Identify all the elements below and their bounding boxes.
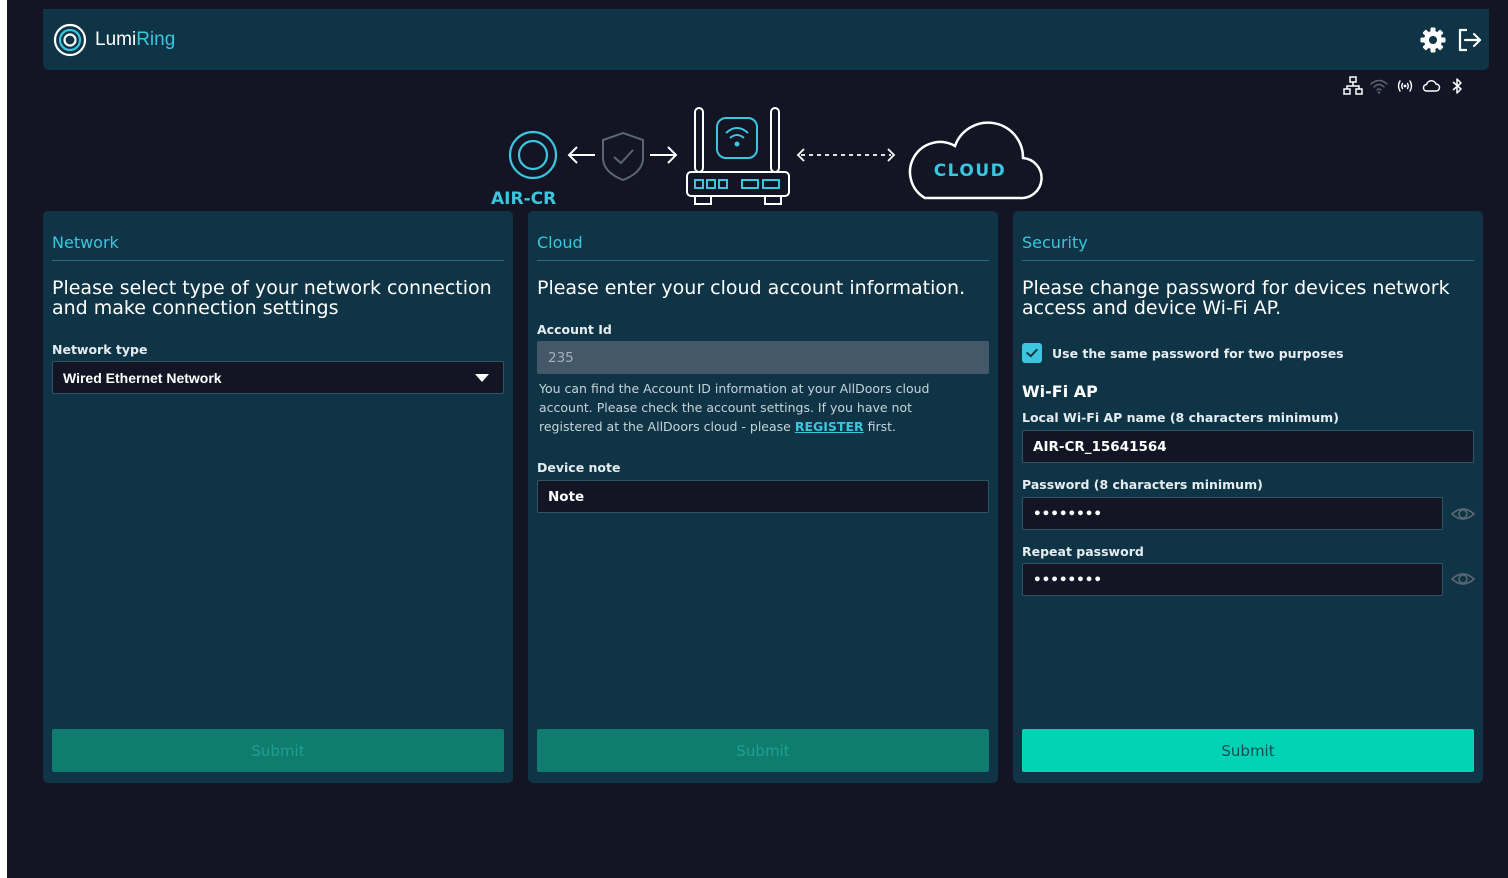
password-value: •••••••• [1033, 505, 1103, 522]
repeat-password-input[interactable]: •••••••• [1022, 563, 1443, 596]
account-id-label: Account Id [537, 322, 612, 337]
router-icon [686, 107, 790, 205]
logout-icon[interactable] [1455, 26, 1483, 54]
security-lead: Please change password for devices netwo… [1022, 277, 1450, 319]
brand-part1: Lumi [95, 29, 137, 50]
caret-down-icon [475, 374, 489, 382]
account-id-value: 235 [548, 349, 574, 366]
bluetooth-icon [1452, 78, 1462, 94]
ap-name-input[interactable]: AIR-CR_15641564 [1022, 430, 1474, 463]
network-title: Network [52, 233, 504, 261]
network-type-label: Network type [52, 342, 148, 357]
show-password-eye-icon[interactable] [1451, 502, 1475, 526]
account-help-text: You can find the Account ID information … [539, 379, 979, 436]
dashed-arrow-icon [796, 148, 896, 162]
network-panel: Network Please select type of your netwo… [43, 211, 513, 783]
wifi-icon [1370, 79, 1388, 94]
register-link[interactable]: REGISTER [795, 419, 864, 434]
password-label: Password (8 characters minimum) [1022, 477, 1263, 492]
account-help-tail: first. [867, 419, 897, 434]
account-id-input[interactable]: 235 [537, 341, 989, 374]
air-cr-label: AIR-CR [491, 189, 556, 209]
ap-name-value: AIR-CR_15641564 [1033, 438, 1167, 455]
same-password-row: Use the same password for two purposes [1022, 343, 1344, 363]
same-password-label: Use the same password for two purposes [1052, 345, 1344, 361]
cloud-submit-button[interactable]: Submit [537, 729, 989, 772]
app-root: LumiRing AIR-CR CLOUD Network Please sel… [7, 0, 1508, 878]
security-panel: Security Please change password for devi… [1013, 211, 1483, 783]
logo: LumiRing [53, 23, 175, 57]
same-password-checkbox[interactable] [1022, 343, 1042, 363]
show-repeat-password-eye-icon[interactable] [1451, 567, 1475, 591]
password-input[interactable]: •••••••• [1022, 497, 1443, 530]
shield-check-icon [602, 131, 644, 182]
arrow-right-icon [650, 146, 678, 164]
network-type-select[interactable]: Wired Ethernet Network [52, 361, 504, 394]
device-note-input[interactable]: Note [537, 480, 989, 513]
settings-gear-icon[interactable] [1419, 26, 1447, 54]
header-actions [1419, 26, 1483, 54]
connection-diagram: AIR-CR CLOUD [477, 100, 1057, 210]
ethernet-icon [1343, 76, 1363, 95]
security-submit-button[interactable]: Submit [1022, 729, 1474, 772]
security-title: Security [1022, 233, 1474, 261]
top-bar: LumiRing [43, 9, 1489, 70]
cloud-label: CLOUD [934, 161, 1007, 181]
device-note-label: Device note [537, 460, 621, 475]
repeat-password-label: Repeat password [1022, 544, 1144, 559]
air-cr-device-icon [508, 130, 558, 180]
checkmark-icon [1026, 348, 1038, 358]
cloud-lead: Please enter your cloud account informat… [537, 277, 966, 299]
lumiring-logo-icon [53, 23, 87, 57]
ap-name-label: Local Wi-Fi AP name (8 characters minimu… [1022, 410, 1339, 425]
cloud-title: Cloud [537, 233, 989, 261]
connection-status-bar [1343, 76, 1467, 96]
repeat-password-value: •••••••• [1033, 571, 1103, 588]
network-type-value: Wired Ethernet Network [63, 369, 222, 386]
device-note-value: Note [548, 488, 585, 505]
cloud-panel: Cloud Please enter your cloud account in… [528, 211, 998, 783]
network-submit-button[interactable]: Submit [52, 729, 504, 772]
network-lead: Please select type of your network conne… [52, 277, 492, 319]
brand-part2: Ring [136, 29, 176, 50]
cloud-icon [1422, 80, 1441, 92]
brand-name: LumiRing [95, 29, 175, 51]
wifi-ap-heading: Wi-Fi AP [1022, 382, 1098, 401]
arrow-left-icon [567, 146, 595, 164]
radio-signal-icon [1397, 80, 1413, 92]
